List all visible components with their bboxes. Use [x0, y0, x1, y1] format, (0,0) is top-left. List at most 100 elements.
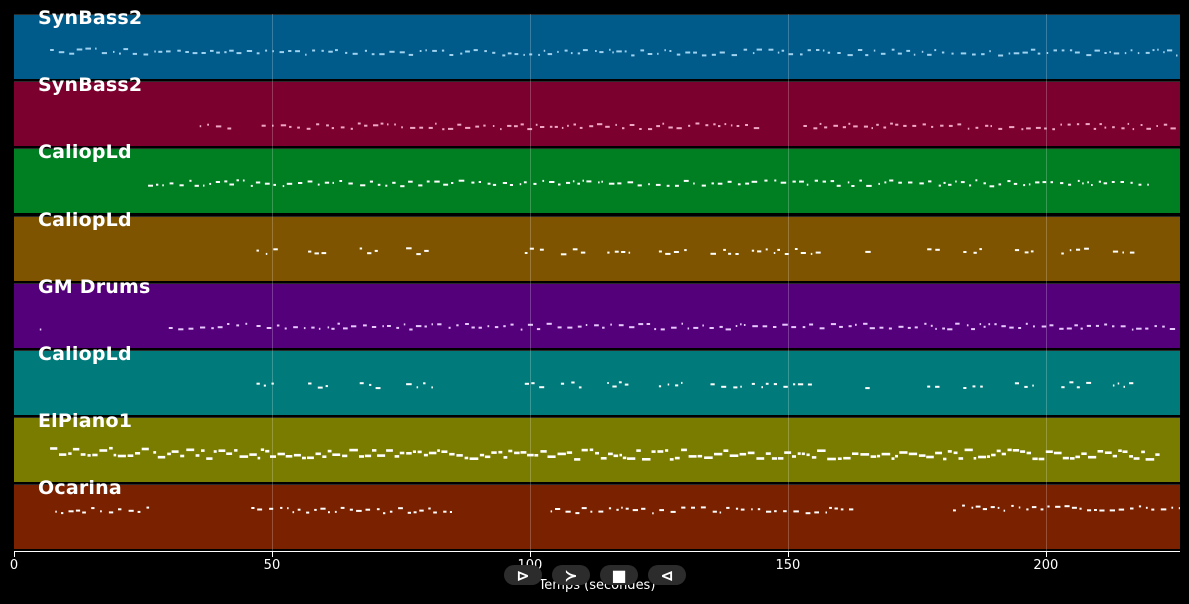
note: [348, 182, 353, 185]
note: [1122, 251, 1124, 254]
note: [829, 507, 832, 510]
forward-button[interactable]: ≻: [552, 565, 590, 585]
note: [773, 383, 777, 386]
note: [622, 127, 625, 130]
note: [417, 450, 422, 454]
note: [777, 248, 780, 251]
note: [340, 507, 345, 510]
note: [941, 51, 945, 54]
note: [740, 385, 742, 388]
note: [550, 510, 553, 513]
note: [209, 183, 212, 186]
note: [475, 125, 480, 128]
note: [756, 457, 765, 460]
grid-line: [787, 14, 789, 551]
note: [898, 325, 904, 328]
track-lane-7[interactable]: ElPiano1: [14, 410, 1180, 483]
note: [803, 125, 807, 128]
note: [756, 48, 762, 51]
note: [50, 447, 58, 450]
note: [931, 126, 934, 129]
note: [326, 124, 329, 127]
note: [1160, 508, 1167, 511]
note: [557, 326, 562, 329]
note: [484, 50, 487, 53]
note: [994, 322, 997, 325]
stop-button[interactable]: ■: [600, 565, 638, 585]
note: [837, 52, 841, 54]
note: [1049, 324, 1054, 327]
note: [942, 327, 945, 330]
note: [400, 185, 405, 188]
note: [68, 510, 74, 513]
track-lane-2[interactable]: SynBass2: [14, 74, 1180, 147]
track-name-label: GM Drums: [38, 275, 151, 298]
note: [409, 328, 413, 331]
note: [797, 452, 801, 456]
note: [685, 51, 691, 54]
track-lane-5[interactable]: GM Drums: [14, 276, 1180, 348]
note: [487, 183, 491, 186]
note: [664, 49, 666, 52]
note: [657, 52, 659, 55]
note: [810, 252, 813, 255]
note: [337, 322, 340, 325]
note: [990, 506, 995, 509]
note: [681, 506, 686, 509]
note: [549, 125, 553, 128]
note: [113, 50, 115, 53]
note: [765, 247, 768, 250]
note: [157, 456, 166, 459]
note: [1117, 382, 1120, 385]
note: [549, 181, 555, 184]
track-lane-1[interactable]: SynBass2: [14, 7, 1180, 79]
note: [560, 252, 567, 255]
note: [982, 508, 987, 511]
note: [387, 123, 389, 126]
note: [359, 382, 364, 385]
note: [662, 122, 665, 125]
note: [375, 387, 381, 390]
note: [822, 49, 825, 52]
note: [1012, 449, 1020, 452]
note: [535, 123, 538, 126]
note: [416, 252, 421, 255]
note: [830, 180, 835, 183]
note: [840, 508, 844, 511]
note: [276, 324, 280, 327]
note: [201, 449, 205, 453]
note: [543, 49, 546, 52]
note: [216, 51, 220, 54]
note: [289, 126, 292, 129]
note: [943, 457, 947, 461]
play-alt-button[interactable]: ⊳: [504, 565, 542, 585]
note: [1026, 508, 1029, 511]
track-lane-3[interactable]: CaliopLd: [14, 141, 1180, 214]
track-lane-8[interactable]: Ocarina: [14, 477, 1180, 550]
note: [578, 386, 582, 389]
note: [745, 182, 750, 185]
note: [983, 182, 986, 185]
note: [725, 328, 731, 331]
note: [236, 179, 239, 182]
note: [871, 127, 873, 130]
note: [426, 180, 430, 183]
note: [719, 511, 722, 514]
note: [581, 448, 588, 452]
note: [783, 510, 787, 513]
note: [765, 452, 771, 456]
note: [322, 455, 327, 459]
note: [802, 325, 806, 328]
track-lane-6[interactable]: CaliopLd: [14, 343, 1180, 415]
note: [608, 507, 612, 510]
note: [68, 452, 72, 456]
note: [668, 126, 673, 129]
note: [331, 327, 335, 330]
track-lane-4[interactable]: CaliopLd: [14, 209, 1180, 281]
rewind-button[interactable]: ⊲: [648, 565, 686, 585]
note: [675, 384, 679, 387]
note: [1118, 449, 1122, 453]
note: [108, 511, 114, 514]
note: [827, 457, 836, 461]
note: [1052, 128, 1055, 131]
